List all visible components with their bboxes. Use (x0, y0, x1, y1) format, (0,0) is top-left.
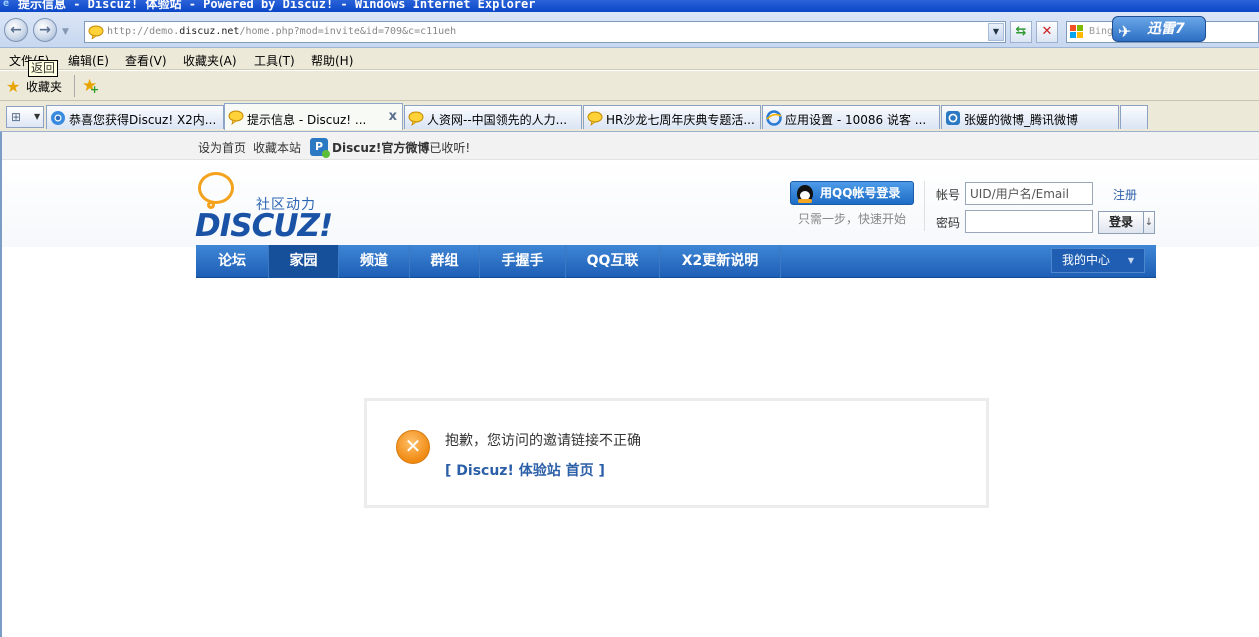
back-tooltip: 返回 (28, 60, 59, 77)
nav-item-x2-update[interactable]: X2更新说明 (660, 245, 781, 278)
new-tab-button[interactable] (1120, 105, 1148, 129)
chevron-down-icon: ▼ (1127, 256, 1134, 265)
message-box: ✕ 抱歉，您访问的邀请链接不正确 [ Discuz! 体验站 首页 ] (364, 398, 989, 508)
browser-window: e 提示信息 - Discuz! 体验站 - Powered by Discuz… (0, 0, 1259, 637)
password-input[interactable] (965, 210, 1093, 233)
logo-bubble-icon (198, 172, 234, 204)
tab-label: 提示信息 - Discuz! ... (247, 113, 367, 127)
tab-label: 张媛的微博_腾讯微博 (964, 113, 1079, 127)
home-link[interactable]: [ Discuz! 体验站 首页 ] (445, 460, 605, 480)
browser-tab[interactable]: HR沙龙七周年庆典专题活... (583, 105, 761, 129)
address-url: http://demo.discuz.net/home.php?mod=invi… (107, 26, 457, 37)
browser-tab[interactable]: 人资网--中国领先的人力... (404, 105, 582, 129)
favorites-button[interactable]: 收藏夹 (26, 78, 62, 95)
ie-logo-icon: e (3, 0, 10, 9)
register-link[interactable]: 注册 (1113, 186, 1137, 203)
browser-tab[interactable]: 恭喜您获得Discuz! X2内... (46, 105, 224, 129)
nav-item-home[interactable]: 家园 (269, 245, 339, 278)
menu-view[interactable]: 查看(V) (125, 52, 167, 69)
favorites-separator (74, 75, 75, 97)
tab-label: HR沙龙七周年庆典专题活... (606, 113, 755, 127)
account-input[interactable] (965, 182, 1093, 205)
quick-tabs-grid-icon: ⊞ (11, 110, 22, 124)
window-title: 提示信息 - Discuz! 体验站 - Powered by Discuz! … (18, 0, 536, 11)
chevron-down-icon: ▼ (34, 112, 41, 121)
nav-item-qq-connect[interactable]: QQ互联 (566, 245, 660, 278)
stop-button[interactable]: ✕ (1036, 21, 1058, 43)
nav-item-forum[interactable]: 论坛 (196, 245, 269, 278)
tab-label: 恭喜您获得Discuz! X2内... (69, 113, 217, 127)
quick-tabs-button[interactable]: ⊞ ▼ (6, 106, 44, 128)
nav-item-group[interactable]: 群组 (410, 245, 480, 278)
back-arrow-icon: ← (10, 22, 22, 38)
favorites-bar: ★ 收藏夹 ★ + (0, 71, 1259, 101)
login-options-button[interactable]: ↓ (1144, 211, 1155, 234)
menu-bar: 文件(F) 编辑(E) 查看(V) 收藏夹(A) 工具(T) 帮助(H) (0, 48, 1259, 70)
nav-item-handshake[interactable]: 手握手 (480, 245, 566, 278)
chevron-down-icon: ▼ (992, 27, 1000, 36)
page-viewport: 设为首页 收藏本站 P Discuz!官方微博已收听! 社区动力 DISCUZ!… (0, 132, 1259, 637)
address-dropdown-button[interactable]: ▼ (988, 23, 1004, 41)
bookmark-link[interactable]: 收藏本站 (253, 139, 301, 156)
weibo-link[interactable]: Discuz!官方微博已收听! (332, 139, 470, 156)
tab-label: 人资网--中国领先的人力... (427, 113, 568, 127)
tab-row: ⊞ ▼ 恭喜您获得Discuz! X2内... 提示信息 - Discuz! .… (0, 101, 1259, 132)
forward-button[interactable]: → (33, 18, 57, 42)
search-placeholder: Bing (1089, 26, 1114, 37)
browser-tab[interactable]: 应用设置 - 10086 说客 ... (762, 105, 940, 129)
main-nav: 论坛 家园 频道 群组 手握手 QQ互联 X2更新说明 (196, 245, 1156, 278)
weibo-icon[interactable]: P (310, 138, 330, 158)
site-header: 社区动力 DISCUZ! 用QQ帐号登录 只需一步，快速开始 帐号 注册 密码 … (2, 161, 1259, 247)
qq-login-hint: 只需一步，快速开始 (798, 212, 907, 226)
menu-favorites[interactable]: 收藏夹(A) (183, 52, 237, 69)
favorites-star-icon[interactable]: ★ (6, 77, 20, 96)
my-center-label: 我的中心 (1062, 253, 1111, 267)
browser-tab-active[interactable]: 提示信息 - Discuz! ... x (224, 103, 403, 130)
close-icon: ✕ (1041, 24, 1053, 39)
address-toolbar: ← → ▼ http://demo.discuz.net/home.php?mo… (0, 12, 1259, 48)
tab-label: 应用设置 - 10086 说客 ... (785, 113, 927, 127)
refresh-icon: ⇆ (1015, 24, 1027, 39)
my-center-dropdown[interactable]: 我的中心 ▼ (1051, 248, 1145, 273)
header-divider (924, 181, 925, 231)
logo-wordmark: DISCUZ! (195, 208, 333, 244)
qq-login-label: 用QQ帐号登录 (820, 186, 901, 200)
nav-item-channel[interactable]: 频道 (339, 245, 410, 278)
browser-tab[interactable]: 张媛的微博_腾讯微博 (941, 105, 1119, 129)
discuz-favicon-icon (408, 111, 424, 126)
forward-arrow-icon: → (39, 22, 51, 38)
menu-help[interactable]: 帮助(H) (311, 52, 353, 69)
back-button[interactable]: ← (4, 18, 28, 42)
add-favorite-icon[interactable]: ★ + (82, 76, 99, 96)
password-label: 密码 (936, 216, 961, 230)
address-bar[interactable]: http://demo.discuz.net/home.php?mod=invi… (84, 21, 1006, 43)
xunlei-button[interactable]: ✈ 迅雷7 (1112, 16, 1206, 42)
error-message: 抱歉，您访问的邀请链接不正确 (445, 433, 641, 449)
menu-edit[interactable]: 编辑(E) (68, 52, 109, 69)
set-home-link[interactable]: 设为首页 (198, 139, 246, 156)
qq-login-button[interactable]: 用QQ帐号登录 (790, 181, 914, 205)
xunlei-bird-icon: ✈ (1118, 22, 1132, 41)
ie-page-icon (766, 110, 782, 126)
tencent-weibo-icon (946, 111, 960, 125)
xunlei-label: 迅雷7 (1147, 21, 1185, 37)
title-bar: e 提示信息 - Discuz! 体验站 - Powered by Discuz… (0, 0, 1259, 12)
account-label: 帐号 (936, 188, 961, 202)
error-icon: ✕ (396, 430, 430, 464)
site-favicon-icon (88, 25, 104, 39)
close-tab-icon[interactable]: x (389, 109, 397, 124)
history-dropdown-icon[interactable]: ▼ (62, 27, 69, 37)
discuz-favicon-icon (228, 110, 244, 125)
windows-flag-icon (1070, 25, 1083, 38)
qq-penguin-icon (797, 185, 813, 203)
site-topbar: 设为首页 收藏本站 P Discuz!官方微博已收听! (2, 132, 1259, 160)
chrome-style-icon (51, 111, 65, 125)
menu-tools[interactable]: 工具(T) (254, 52, 295, 69)
login-button[interactable]: 登录 (1098, 211, 1144, 234)
discuz-favicon-icon (587, 111, 603, 126)
refresh-button[interactable]: ⇆ (1010, 21, 1032, 43)
